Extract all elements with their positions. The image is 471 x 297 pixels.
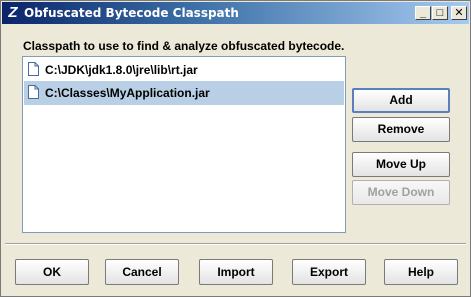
- close-icon: ✕: [454, 7, 464, 19]
- separator: [5, 243, 466, 245]
- export-button[interactable]: Export: [292, 259, 366, 285]
- dialog-window: Z Obfuscated Bytecode Classpath _ □ ✕ Cl…: [0, 0, 471, 297]
- minimize-icon: _: [419, 7, 427, 19]
- move-down-button: Move Down: [352, 180, 450, 205]
- minimize-button[interactable]: _: [415, 6, 431, 20]
- classpath-entry-selected[interactable]: C:\Classes\MyApplication.jar: [24, 81, 344, 105]
- classpath-entry-path: C:\JDK\jdk1.8.0\jre\lib\rt.jar: [45, 63, 198, 77]
- help-button[interactable]: Help: [384, 259, 458, 285]
- classpath-list[interactable]: C:\JDK\jdk1.8.0\jre\lib\rt.jar C:\Classe…: [22, 56, 346, 233]
- app-logo-icon: Z: [8, 4, 18, 21]
- file-icon: [28, 85, 39, 99]
- remove-button[interactable]: Remove: [352, 117, 450, 142]
- title-bar[interactable]: Z Obfuscated Bytecode Classpath _ □ ✕: [2, 2, 469, 24]
- file-icon: [28, 62, 39, 76]
- import-button[interactable]: Import: [199, 259, 273, 285]
- cancel-button[interactable]: Cancel: [105, 259, 179, 285]
- classpath-entry[interactable]: C:\JDK\jdk1.8.0\jre\lib\rt.jar: [24, 58, 344, 82]
- classpath-caption: Classpath to use to find & analyze obfus…: [23, 39, 345, 53]
- maximize-icon: □: [436, 7, 444, 19]
- move-up-button[interactable]: Move Up: [352, 152, 450, 177]
- window-title: Obfuscated Bytecode Classpath: [24, 6, 239, 20]
- ok-button[interactable]: OK: [15, 259, 89, 285]
- classpath-entry-path: C:\Classes\MyApplication.jar: [45, 86, 210, 100]
- close-button[interactable]: ✕: [451, 6, 467, 20]
- add-button[interactable]: Add: [352, 88, 450, 113]
- maximize-button[interactable]: □: [432, 6, 448, 20]
